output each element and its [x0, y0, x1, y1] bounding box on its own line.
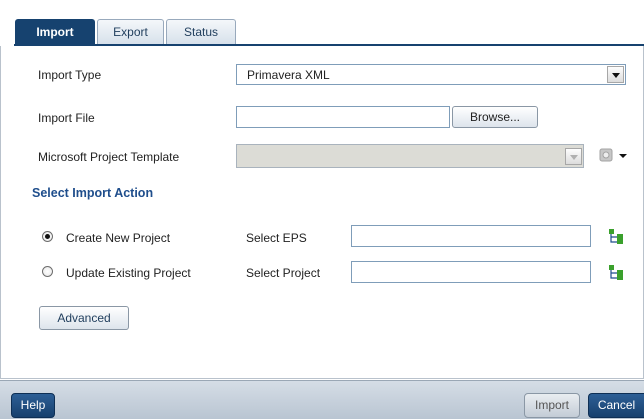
select-project-label: Select Project	[246, 266, 321, 280]
chevron-down-icon	[565, 148, 582, 165]
help-button[interactable]: Help	[11, 393, 55, 418]
cancel-button[interactable]: Cancel	[588, 393, 644, 418]
import-button[interactable]: Import	[524, 393, 580, 418]
settings-gear-icon[interactable]	[597, 146, 627, 166]
template-select	[236, 144, 584, 168]
tab-import[interactable]: Import	[15, 19, 95, 44]
tab-underline	[14, 44, 644, 46]
update-project-radio[interactable]	[42, 266, 53, 277]
tree-hierarchy-icon[interactable]	[608, 264, 624, 280]
tree-hierarchy-icon[interactable]	[608, 228, 624, 244]
footer-bar: Help Import Cancel	[0, 380, 644, 419]
browse-button[interactable]: Browse...	[452, 106, 538, 128]
import-type-value: Primavera XML	[247, 68, 330, 82]
select-eps-input[interactable]	[351, 225, 591, 247]
advanced-button[interactable]: Advanced	[39, 306, 129, 330]
import-file-input[interactable]	[236, 106, 450, 128]
tab-bar: Import Export Status	[0, 0, 644, 46]
update-project-label: Update Existing Project	[66, 266, 191, 280]
import-file-label: Import File	[38, 111, 95, 125]
select-project-input[interactable]	[351, 261, 591, 283]
tab-export[interactable]: Export	[97, 19, 164, 44]
section-title: Select Import Action	[32, 186, 154, 200]
tab-status[interactable]: Status	[166, 19, 236, 44]
import-type-select[interactable]: Primavera XML	[236, 64, 626, 85]
select-eps-label: Select EPS	[246, 231, 307, 245]
chevron-down-icon[interactable]	[607, 66, 624, 83]
create-project-label: Create New Project	[66, 231, 171, 245]
template-label: Microsoft Project Template	[38, 150, 180, 164]
radio-selected-dot	[45, 234, 50, 239]
create-project-radio[interactable]	[42, 231, 53, 242]
import-type-label: Import Type	[38, 68, 102, 82]
